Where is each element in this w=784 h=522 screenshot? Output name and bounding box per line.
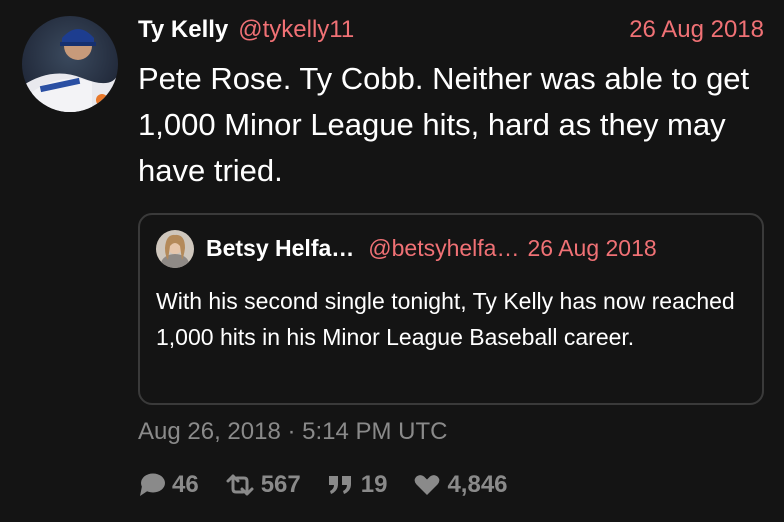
quoted-author-handle[interactable]: @betsyhelfa… [368, 235, 519, 262]
quoted-tweet-text: With his second single tonight, Ty Kelly… [156, 288, 735, 350]
author-avatar[interactable] [22, 16, 118, 112]
quoted-author-avatar-image [156, 230, 194, 268]
author-avatar-image [22, 16, 118, 112]
author-name[interactable]: Ty Kelly [138, 16, 228, 44]
retweet-stat[interactable]: 567 [225, 471, 301, 499]
tweet-header: Ty Kelly @tykelly11 26 Aug 2018 [138, 14, 764, 46]
quoted-tweet-header: Betsy Helfa… @betsyhelfa… 26 Aug 2018 [206, 233, 751, 263]
quote-count: 19 [360, 471, 388, 498]
retweet-count: 567 [260, 471, 301, 498]
quoted-author-avatar[interactable] [156, 230, 194, 268]
tweet-timestamp[interactable]: Aug 26, 2018 · 5:14 PM UTC [138, 418, 448, 446]
quote-stat[interactable]: 19 [327, 471, 388, 499]
tweet-date[interactable]: 26 Aug 2018 [629, 16, 764, 44]
tweet-text: Pete Rose. Ty Cobb. Neither was able to … [138, 61, 750, 188]
quoted-tweet-date[interactable]: 26 Aug 2018 [527, 235, 656, 262]
retweet-icon [226, 474, 254, 496]
quoted-author-name[interactable]: Betsy Helfa… [206, 235, 354, 262]
like-stat[interactable]: 4,846 [413, 471, 508, 499]
comment-icon [140, 473, 165, 496]
like-count: 4,846 [447, 471, 508, 498]
quoted-tweet[interactable]: Betsy Helfa… @betsyhelfa… 26 Aug 2018 Wi… [138, 213, 764, 405]
reply-count: 46 [172, 471, 199, 498]
quote-icon [328, 476, 351, 494]
heart-icon [415, 475, 440, 495]
reply-stat[interactable]: 46 [138, 471, 199, 499]
author-handle[interactable]: @tykelly11 [238, 16, 354, 44]
tweet-stats: 46 567 19 4,846 [138, 468, 534, 502]
